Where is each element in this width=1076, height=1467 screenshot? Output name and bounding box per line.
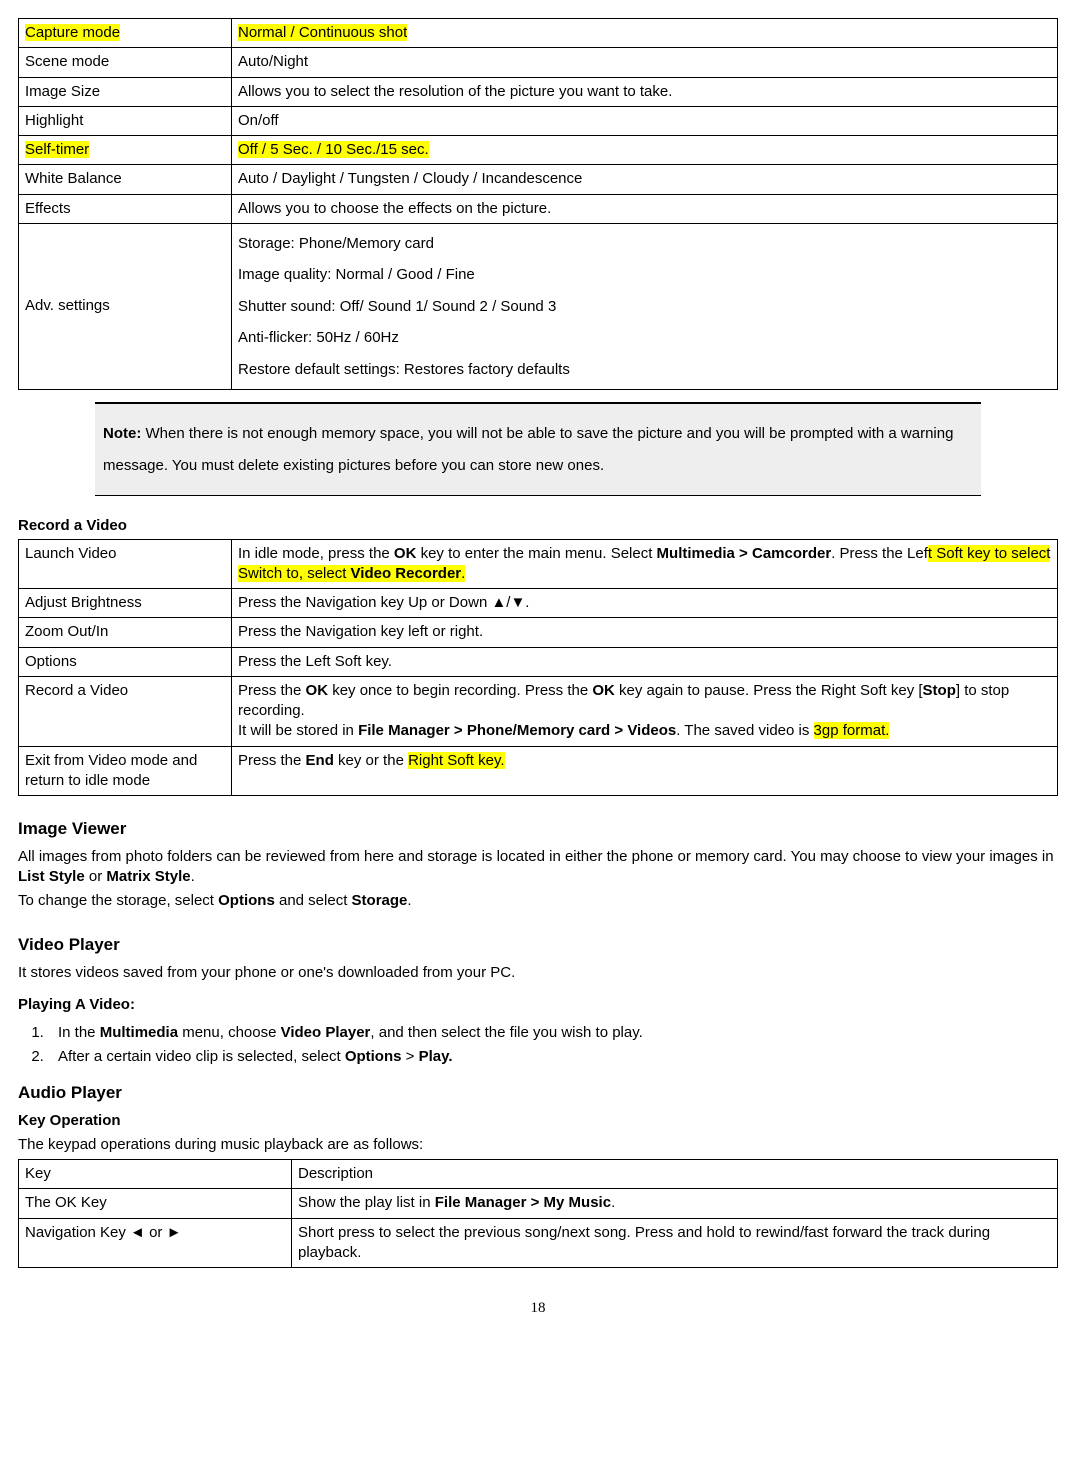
playing-video-subhead: Playing A Video:: [18, 995, 1058, 1015]
cell-value: Press the Navigation key Up or Down ▲/▼.: [232, 589, 1058, 618]
record-video-table: Launch Video In idle mode, press the OK …: [18, 539, 1058, 797]
cell-value: On/off: [232, 106, 1058, 135]
adv-line: Image quality: Normal / Good / Fine: [238, 266, 475, 283]
cell-label: Exit from Video mode and return to idle …: [19, 746, 232, 796]
table-row: Image Size Allows you to select the reso…: [19, 77, 1058, 106]
cell-value: Allows you to choose the effects on the …: [232, 194, 1058, 223]
video-player-paragraph: It stores videos saved from your phone o…: [18, 963, 1058, 983]
cell-value: Storage: Phone/Memory card Image quality…: [232, 223, 1058, 390]
table-row: Exit from Video mode and return to idle …: [19, 746, 1058, 796]
cell-label: Zoom Out/In: [19, 618, 232, 647]
cell-value: Description: [292, 1160, 1058, 1189]
cell-label: Self-timer: [25, 141, 89, 158]
key-operation-subhead: Key Operation: [18, 1111, 1058, 1131]
note-text: When there is not enough memory space, y…: [103, 425, 953, 474]
table-row: Capture mode Normal / Continuous shot: [19, 19, 1058, 48]
table-row: Key Description: [19, 1160, 1058, 1189]
audio-player-heading: Audio Player: [18, 1082, 1058, 1105]
cell-value: Allows you to select the resolution of t…: [232, 77, 1058, 106]
cell-label: Navigation Key ◄ or ►: [19, 1218, 292, 1268]
playing-video-steps: In the Multimedia menu, choose Video Pla…: [48, 1023, 1058, 1068]
cell-value: Press the End key or the Right Soft key.: [232, 746, 1058, 796]
cell-value: Show the play list in File Manager > My …: [292, 1189, 1058, 1218]
table-row: Zoom Out/In Press the Navigation key lef…: [19, 618, 1058, 647]
cell-label: Capture mode: [25, 24, 120, 41]
cell-label: The OK Key: [19, 1189, 292, 1218]
cell-label: Record a Video: [19, 676, 232, 746]
table-row: Adjust Brightness Press the Navigation k…: [19, 589, 1058, 618]
table-row: White Balance Auto / Daylight / Tungsten…: [19, 165, 1058, 194]
cell-label: Options: [19, 647, 232, 676]
cell-label: White Balance: [19, 165, 232, 194]
table-row: Adv. settings Storage: Phone/Memory card…: [19, 223, 1058, 390]
cell-label: Launch Video: [19, 539, 232, 589]
table-row: Options Press the Left Soft key.: [19, 647, 1058, 676]
table-row: Self-timer Off / 5 Sec. / 10 Sec./15 sec…: [19, 136, 1058, 165]
table-row: Launch Video In idle mode, press the OK …: [19, 539, 1058, 589]
cell-value: In idle mode, press the OK key to enter …: [232, 539, 1058, 589]
adv-line: Restore default settings: Restores facto…: [238, 361, 570, 378]
image-viewer-paragraph: To change the storage, select Options an…: [18, 891, 1058, 911]
camera-settings-table: Capture mode Normal / Continuous shot Sc…: [18, 18, 1058, 390]
table-row: Scene mode Auto/Night: [19, 48, 1058, 77]
table-row: Effects Allows you to choose the effects…: [19, 194, 1058, 223]
cell-value: Normal / Continuous shot: [238, 24, 407, 41]
cell-value: Short press to select the previous song/…: [292, 1218, 1058, 1268]
adv-line: Storage: Phone/Memory card: [238, 235, 434, 252]
image-viewer-paragraph: All images from photo folders can be rev…: [18, 847, 1058, 888]
list-item: After a certain video clip is selected, …: [48, 1047, 1058, 1067]
note-label: Note:: [103, 425, 141, 442]
table-row: Highlight On/off: [19, 106, 1058, 135]
cell-value: Press the Navigation key left or right.: [232, 618, 1058, 647]
list-item: In the Multimedia menu, choose Video Pla…: [48, 1023, 1058, 1043]
cell-label: Adv. settings: [19, 223, 232, 390]
cell-value: Press the OK key once to begin recording…: [232, 676, 1058, 746]
cell-value: Press the Left Soft key.: [232, 647, 1058, 676]
table-row: The OK Key Show the play list in File Ma…: [19, 1189, 1058, 1218]
adv-line: Shutter sound: Off/ Sound 1/ Sound 2 / S…: [238, 298, 556, 315]
note-box: Note: When there is not enough memory sp…: [95, 402, 981, 496]
cell-label: Adjust Brightness: [19, 589, 232, 618]
cell-label: Scene mode: [19, 48, 232, 77]
adv-line: Anti-flicker: 50Hz / 60Hz: [238, 329, 399, 346]
cell-value: Auto/Night: [232, 48, 1058, 77]
table-row: Navigation Key ◄ or ► Short press to sel…: [19, 1218, 1058, 1268]
cell-value: Off / 5 Sec. / 10 Sec./15 sec.: [238, 141, 429, 158]
image-viewer-heading: Image Viewer: [18, 818, 1058, 841]
table-row: Record a Video Press the OK key once to …: [19, 676, 1058, 746]
cell-label: Highlight: [19, 106, 232, 135]
cell-value: Auto / Daylight / Tungsten / Cloudy / In…: [232, 165, 1058, 194]
cell-label: Key: [19, 1160, 292, 1189]
page-number: 18: [18, 1298, 1058, 1318]
cell-label: Image Size: [19, 77, 232, 106]
audio-player-intro: The keypad operations during music playb…: [18, 1135, 1058, 1155]
record-video-heading: Record a Video: [18, 516, 1058, 536]
cell-label: Effects: [19, 194, 232, 223]
video-player-heading: Video Player: [18, 934, 1058, 957]
audio-keys-table: Key Description The OK Key Show the play…: [18, 1159, 1058, 1268]
